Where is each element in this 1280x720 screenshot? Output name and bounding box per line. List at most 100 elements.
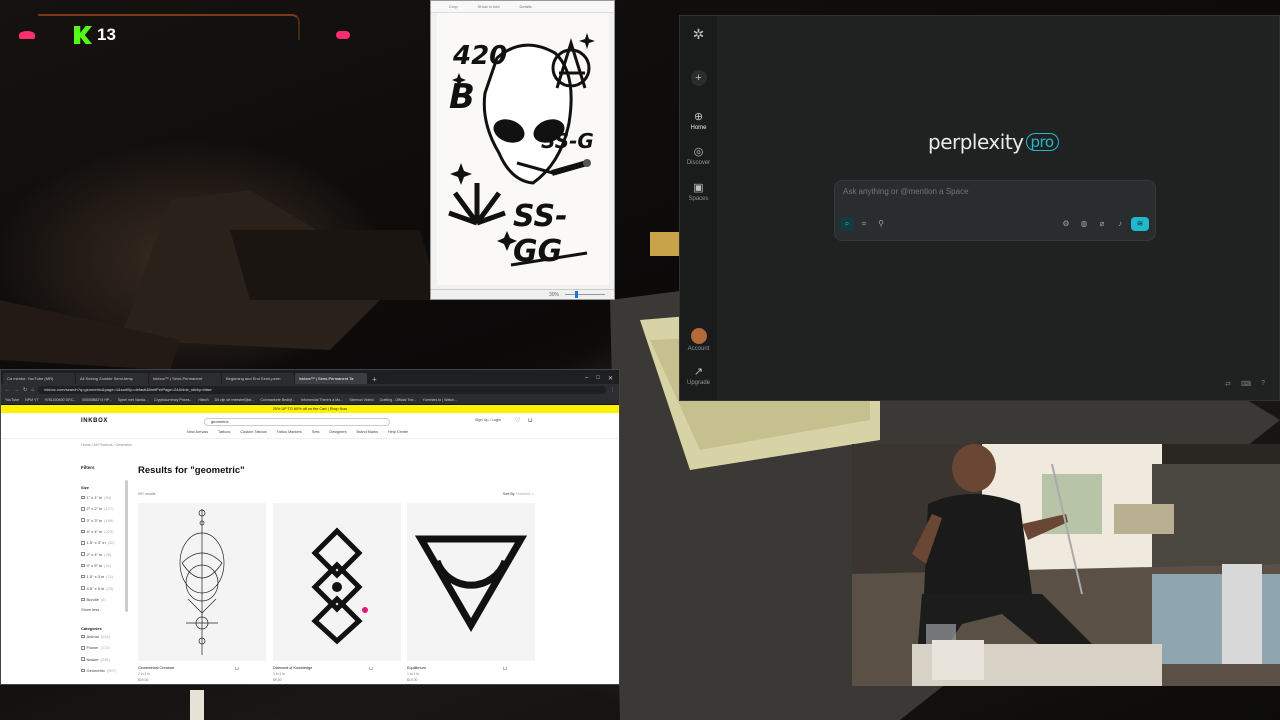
add-to-cart-icon[interactable]: ⊔ <box>503 666 507 672</box>
nav-item[interactable]: New Arrivals <box>187 430 208 434</box>
rail-home[interactable]: ⊕ Home <box>680 111 717 131</box>
attach-icon[interactable]: ⌀ <box>1095 217 1109 231</box>
new-tab-button[interactable]: + <box>368 375 381 384</box>
sidebar-scrollbar[interactable] <box>125 480 128 612</box>
browser-tab-active[interactable]: Inkbox™ | Semi-Permanent Ta <box>295 373 367 384</box>
size-filter[interactable]: 4" x 8" in (51) <box>81 560 131 571</box>
help-icon[interactable]: ? <box>1261 380 1265 388</box>
promo-banner[interactable]: 25% UP TO 60% off on the Cart | Shop Now <box>1 405 619 413</box>
inkbox-logo[interactable]: INKBOX <box>81 418 108 424</box>
wishlist-icon[interactable]: ♡ <box>515 417 520 424</box>
rail-discover[interactable]: ◎ Discover <box>680 146 717 166</box>
bookmark-item[interactable]: Dit zijn de meesterlijkst... <box>215 398 255 402</box>
search-icon: ⊕ <box>693 111 704 123</box>
bookmark-item[interactable]: 9781430400 DRC... <box>45 398 77 402</box>
research-mode-icon[interactable]: ⌗ <box>857 217 871 231</box>
close-icon[interactable]: ✕ <box>608 375 613 382</box>
category-filter[interactable]: Flower (172) <box>81 642 131 653</box>
bookmark-item[interactable]: YouTube <box>5 398 19 402</box>
mic-icon[interactable]: ♪ <box>1113 217 1127 231</box>
bookmark-item[interactable]: NPM YT <box>25 398 39 402</box>
category-filter[interactable]: Animal (234) <box>81 631 131 642</box>
product-card[interactable] <box>407 503 535 661</box>
size-filter[interactable]: 4" x 4" in (229) <box>81 526 131 537</box>
size-filter[interactable]: 4.5" x 5 in (33) <box>81 582 131 593</box>
product-name[interactable]: Equilibrium <box>407 666 426 670</box>
forward-icon[interactable]: → <box>14 387 19 393</box>
search-mode-icon[interactable]: ⌕ <box>840 217 854 231</box>
globe-icon[interactable]: ◍ <box>1077 217 1091 231</box>
extensions-icon[interactable]: ⋮ <box>610 387 615 393</box>
viewer-tool-crop[interactable]: Crop <box>449 4 458 9</box>
image-viewer-window[interactable]: Crop Show in fold Details 420 B SS-G SS-… <box>430 0 615 300</box>
perplexity-sidebar: ✲ + ⊕ Home ◎ Discover ▣ Spaces Account ↗ Upg… <box>680 16 717 400</box>
bookmark-item[interactable]: B0000B8274 HP... <box>82 398 111 402</box>
rail-spaces[interactable]: ▣ Spaces <box>680 182 717 202</box>
bookmark-item[interactable]: Crafting - Official The... <box>380 398 417 402</box>
size-filter[interactable]: 1.5" x 3 in (21) <box>81 571 131 582</box>
new-thread-button[interactable]: + <box>680 70 717 88</box>
reload-icon[interactable]: ↻ <box>23 387 27 393</box>
product-card[interactable] <box>273 503 401 661</box>
size-filter[interactable]: 3" x 3" in (196) <box>81 515 131 526</box>
show-less-link[interactable]: Show less <box>81 607 131 612</box>
model-icon[interactable]: ⚙ <box>1059 217 1073 231</box>
art-text-b: B <box>449 77 475 117</box>
viewer-tool-details[interactable]: Details <box>519 4 531 9</box>
category-filter[interactable]: Geometric (997) <box>81 665 131 676</box>
browser-tab[interactable]: Ca mentor. YouTube (MR) <box>3 373 75 384</box>
voice-mode-button[interactable]: ≋ <box>1131 217 1149 231</box>
size-filter[interactable]: 1.5" x 3" in (30) <box>81 537 131 548</box>
size-filter[interactable]: Bundle (4) <box>81 594 131 605</box>
bookmark-item[interactable]: Hitech <box>198 398 208 402</box>
size-filter[interactable]: 1" x 1" in (84) <box>81 492 131 503</box>
rail-account[interactable]: Account <box>680 328 717 352</box>
perplexity-logo-icon[interactable]: ✲ <box>680 27 717 42</box>
product-price: $19.00 <box>407 678 418 682</box>
bookmark-item[interactable]: Yummies.to | Watch... <box>422 398 457 402</box>
back-icon[interactable]: ← <box>5 387 10 393</box>
viewer-tool-show[interactable]: Show in fold <box>478 4 500 9</box>
lightbulb-icon[interactable]: ⚲ <box>874 217 888 231</box>
ask-input[interactable] <box>843 187 1143 196</box>
nav-item[interactable]: Brand Marks <box>357 430 379 434</box>
bookmark-item[interactable]: Coinmarkete Bedrijf... <box>260 398 295 402</box>
zoom-slider-thumb[interactable] <box>575 291 578 298</box>
size-filter[interactable]: 2" x 2" in (127) <box>81 503 131 514</box>
add-to-cart-icon[interactable]: ⊔ <box>369 666 373 672</box>
translate-icon[interactable]: ⇄ <box>1225 380 1231 388</box>
browser-tab[interactable]: All Seeing Zombie Semi-temp <box>76 373 148 384</box>
nav-item[interactable]: Help Center <box>388 430 408 434</box>
site-search-input[interactable]: geometric <box>204 418 390 426</box>
minimize-icon[interactable]: – <box>585 375 588 382</box>
ask-box[interactable]: ⌕ ⌗ ⚲ ⚙ ◍ ⌀ ♪ ≋ <box>834 180 1156 241</box>
nav-item[interactable]: Sets <box>312 430 320 434</box>
product-name[interactable]: Diamond of Knowledge <box>273 666 312 670</box>
bookmark-item[interactable]: Cryptocurrency Prices... <box>154 398 192 402</box>
size-filter[interactable]: 2" x 4" in (28) <box>81 548 131 559</box>
product-card[interactable] <box>138 503 266 661</box>
bookmark-item[interactable]: Infomercial There's a Mo... <box>301 398 343 402</box>
rail-upgrade[interactable]: ↗ Upgrade <box>680 366 717 386</box>
add-to-cart-icon[interactable]: ⊔ <box>235 666 239 672</box>
url-field[interactable]: inkbox.com/search?q=geometric&page=1&sor… <box>38 386 606 394</box>
art-text-ssgg: SS-GG <box>513 199 568 269</box>
sort-select[interactable]: Featured <box>516 492 530 496</box>
nav-item[interactable]: Custom Tattoos <box>240 430 266 434</box>
bookmark-item[interactable]: Speel met Vanda... <box>118 398 148 402</box>
cart-icon[interactable]: ⊔ <box>528 417 533 424</box>
account-link[interactable]: Sign Up / Login <box>475 418 501 422</box>
bookmark-item[interactable]: Sitemod Video! <box>349 398 373 402</box>
keyboard-icon[interactable]: ⌨ <box>1241 380 1251 388</box>
product-name[interactable]: Geometrical Creature <box>138 666 174 670</box>
nav-item[interactable]: Designers <box>329 430 346 434</box>
home-icon[interactable]: ⌂ <box>31 387 34 393</box>
zoom-level[interactable]: 30% <box>549 292 559 298</box>
category-filter[interactable]: Nature (248) <box>81 654 131 665</box>
browser-tab[interactable]: Beginning and End Semi-perm <box>222 373 294 384</box>
maximize-icon[interactable]: □ <box>596 375 600 382</box>
nav-item[interactable]: Tattoo Markers <box>277 430 302 434</box>
nav-item[interactable]: Tattoos <box>218 430 230 434</box>
zoom-slider[interactable] <box>565 294 605 295</box>
browser-tab[interactable]: Inkbox™ | Semi-Permanent <box>149 373 221 384</box>
